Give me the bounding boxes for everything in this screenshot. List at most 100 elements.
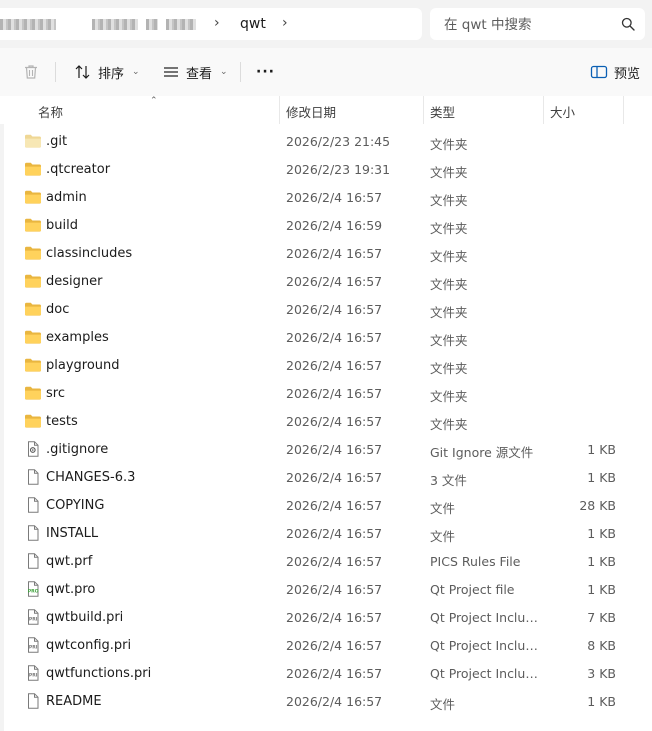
table-row[interactable]: COPYING 2026/2/4 16:57 文件 28 KB [0, 491, 652, 519]
table-row[interactable]: designer 2026/2/4 16:57 文件夹 [0, 267, 652, 295]
folder-icon [24, 217, 42, 233]
preview-pane-button[interactable]: 预览 [590, 60, 640, 84]
file-date: 2026/2/4 16:57 [286, 302, 383, 317]
column-divider[interactable] [623, 96, 624, 124]
chevron-down-icon: ⌄ [132, 67, 140, 77]
table-row[interactable]: PRI qwtfunctions.pri 2026/2/4 16:57 Qt Proj… [0, 659, 652, 687]
breadcrumb-separator-icon[interactable]: › [282, 15, 288, 31]
file-date: 2026/2/4 16:57 [286, 582, 383, 597]
file-date: 2026/2/4 16:57 [286, 414, 383, 429]
file-date: 2026/2/4 16:57 [286, 498, 383, 513]
breadcrumb[interactable]: › qwt › [0, 8, 422, 40]
table-row[interactable]: playground 2026/2/4 16:57 文件夹 [0, 351, 652, 379]
file-type: 文件夹 [430, 417, 468, 432]
file-icon [24, 469, 42, 485]
folder-icon [24, 273, 42, 289]
file-type: 文件夹 [430, 137, 468, 152]
table-row[interactable]: INSTALL 2026/2/4 16:57 文件 1 KB [0, 519, 652, 547]
column-header-size[interactable]: 大小 [550, 102, 575, 121]
table-row[interactable]: examples 2026/2/4 16:57 文件夹 [0, 323, 652, 351]
file-name: CHANGES-6.3 [46, 470, 136, 485]
svg-text:PRI: PRI [29, 617, 38, 623]
file-type: 文件夹 [430, 277, 468, 292]
file-name: .gitignore [46, 442, 109, 457]
blurred-path-segment[interactable] [166, 19, 196, 30]
table-row[interactable]: qwt.prf 2026/2/4 16:57 PICS Rules File 1 KB [0, 547, 652, 575]
file-size: 1 KB [587, 526, 616, 541]
file-name: admin [46, 190, 87, 205]
file-name: qwtbuild.pri [46, 610, 124, 625]
breadcrumb-separator-icon[interactable]: › [214, 15, 220, 31]
sort-button[interactable]: 排序 ⌄ [74, 60, 140, 84]
file-name: src [46, 386, 65, 401]
chevron-down-icon: ⌄ [220, 67, 228, 77]
column-header-type[interactable]: 类型 [430, 102, 455, 121]
file-date: 2026/2/4 16:57 [286, 638, 383, 653]
folder-icon [24, 189, 42, 205]
file-name: designer [46, 274, 103, 289]
svg-text:PRI: PRI [29, 673, 38, 679]
breadcrumb-current-folder[interactable]: qwt [240, 16, 266, 32]
file-name: doc [46, 302, 70, 317]
search-input[interactable] [442, 15, 616, 35]
address-bar: › qwt › [0, 0, 652, 48]
file-name: playground [46, 358, 120, 373]
file-type: PICS Rules File [430, 554, 521, 569]
column-header: 名称 修改日期 类型 大小 [0, 96, 652, 124]
file-name: COPYING [46, 498, 105, 513]
table-row[interactable]: classincludes 2026/2/4 16:57 文件夹 [0, 239, 652, 267]
file-type: Qt Project Includ... [430, 610, 538, 625]
file-type: 文件夹 [430, 221, 468, 236]
search-icon[interactable] [621, 17, 635, 31]
more-options-button[interactable]: ··· [256, 60, 275, 84]
view-button[interactable]: 查看 ⌄ [162, 60, 228, 84]
search-box[interactable] [430, 8, 645, 40]
svg-text:PRI: PRI [29, 645, 38, 651]
column-divider[interactable] [279, 96, 280, 124]
table-row[interactable]: tests 2026/2/4 16:57 文件夹 [0, 407, 652, 435]
table-row[interactable]: PRI qwtconfig.pri 2026/2/4 16:57 Qt Project… [0, 631, 652, 659]
folder-icon [24, 301, 42, 317]
table-row[interactable]: CHANGES-6.3 2026/2/4 16:57 3 文件 1 KB [0, 463, 652, 491]
table-row[interactable]: README 2026/2/4 16:57 文件 1 KB [0, 687, 652, 715]
blurred-path-segment[interactable] [92, 19, 138, 30]
blurred-path-segment[interactable] [146, 19, 158, 30]
file-icon [24, 693, 42, 709]
file-date: 2026/2/4 16:57 [286, 274, 383, 289]
folder-light-icon [24, 133, 42, 149]
preview-label: 预览 [614, 66, 641, 82]
sort-icon [75, 65, 90, 79]
file-size: 28 KB [579, 498, 616, 513]
preview-pane-icon [590, 65, 608, 79]
table-row[interactable]: admin 2026/2/4 16:57 文件夹 [0, 183, 652, 211]
qt-pri-file-icon: PRI [24, 609, 42, 625]
file-name: .qtcreator [46, 162, 111, 177]
file-type: 文件 [430, 529, 456, 544]
qt-pri-file-icon: PRI [24, 665, 42, 681]
trash-icon [25, 65, 37, 79]
table-row[interactable]: .git 2026/2/23 21:45 文件夹 [0, 127, 652, 155]
toolbar-divider [240, 62, 241, 82]
table-row[interactable]: src 2026/2/4 16:57 文件夹 [0, 379, 652, 407]
file-name: .git [46, 134, 68, 149]
file-size: 7 KB [587, 610, 616, 625]
folder-icon [24, 357, 42, 373]
column-header-date[interactable]: 修改日期 [286, 102, 336, 121]
file-type: 文件 [430, 697, 456, 712]
table-row[interactable]: doc 2026/2/4 16:57 文件夹 [0, 295, 652, 323]
column-header-name[interactable]: 名称 [38, 102, 63, 121]
file-name: qwtconfig.pri [46, 638, 132, 653]
table-row[interactable]: build 2026/2/4 16:59 文件夹 [0, 211, 652, 239]
table-row[interactable]: PRI qwtbuild.pri 2026/2/4 16:57 Qt Project … [0, 603, 652, 631]
column-divider[interactable] [543, 96, 544, 124]
file-type: 3 文件 [430, 473, 467, 488]
file-name: build [46, 218, 78, 233]
blurred-path-segment[interactable] [0, 19, 56, 30]
delete-button[interactable] [22, 60, 40, 84]
table-row[interactable]: .gitignore 2026/2/4 16:57 Git Ignore 源文件 1 … [0, 435, 652, 463]
table-row[interactable]: .qtcreator 2026/2/23 19:31 文件夹 [0, 155, 652, 183]
gear-file-icon [24, 441, 42, 457]
file-name: examples [46, 330, 109, 345]
column-divider[interactable] [423, 96, 424, 124]
table-row[interactable]: PRO qwt.pro 2026/2/4 16:57 Qt Project file 1… [0, 575, 652, 603]
